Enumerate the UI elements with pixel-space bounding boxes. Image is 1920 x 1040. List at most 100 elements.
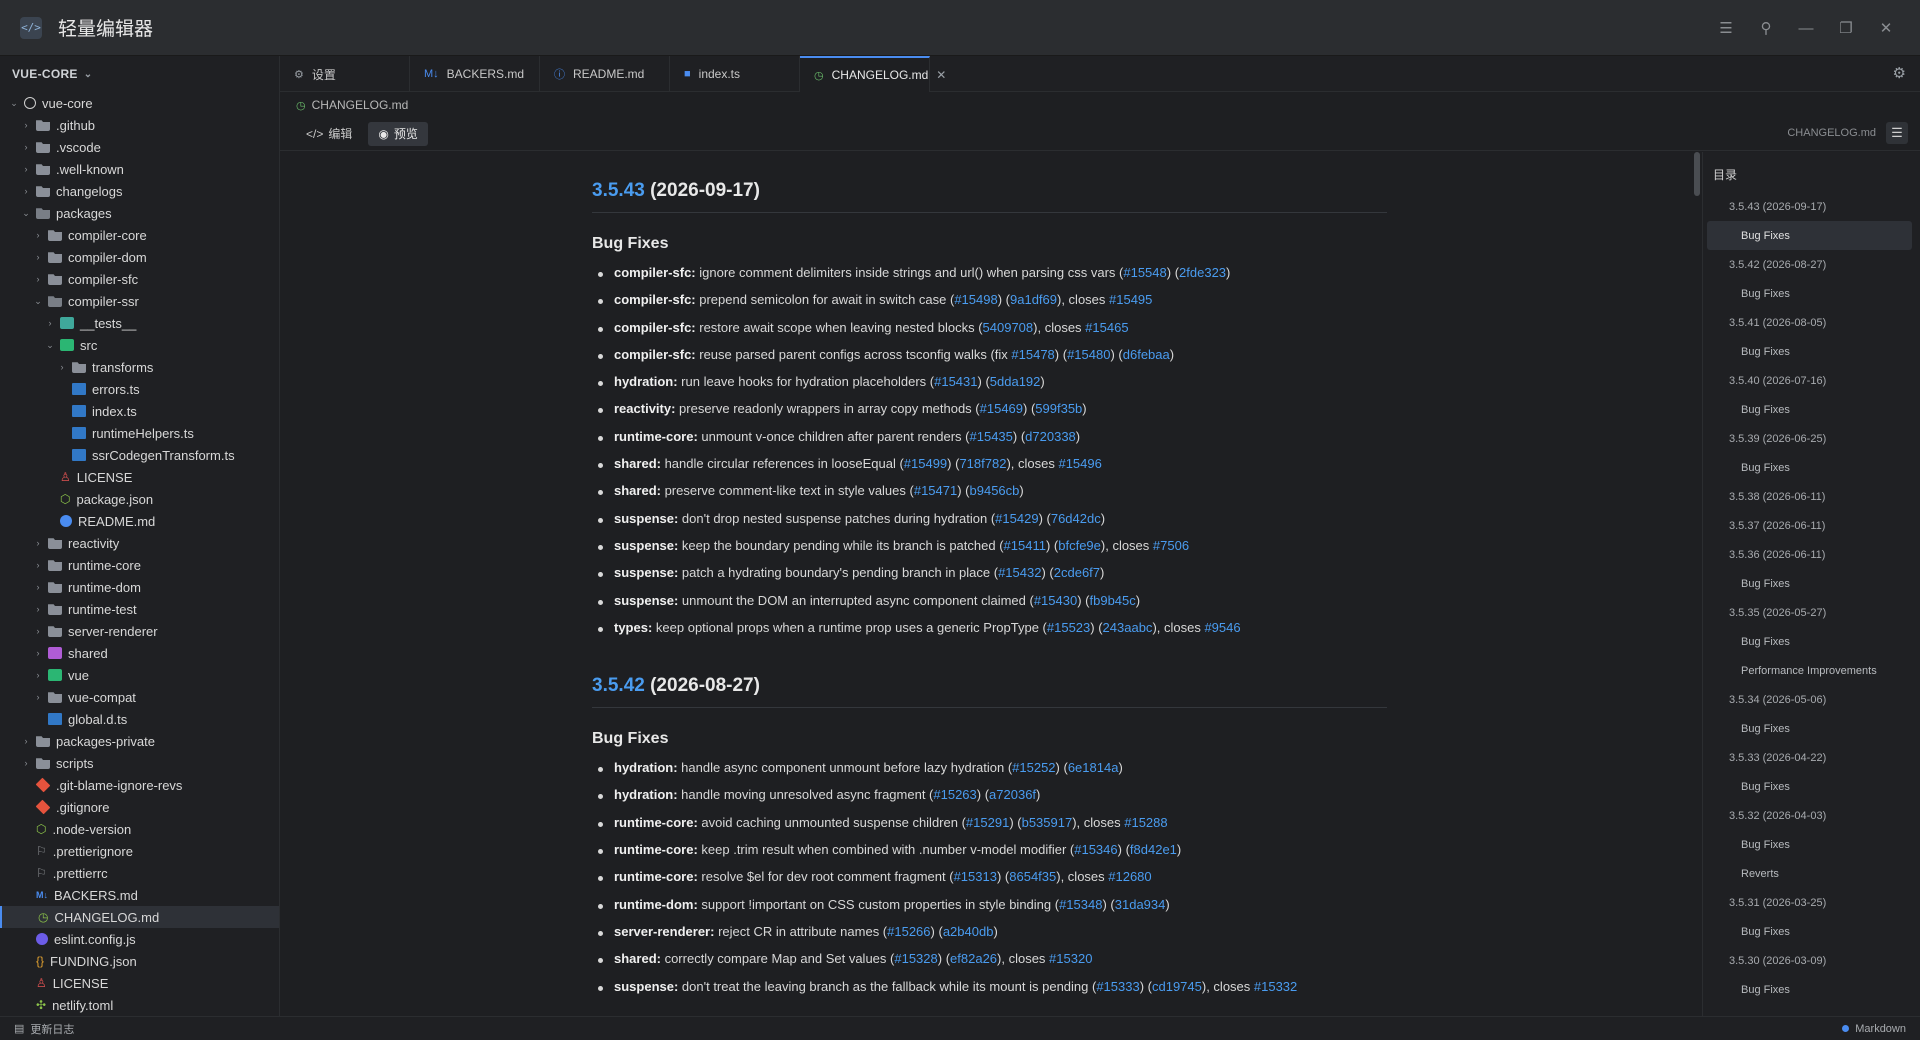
commit-link[interactable]: d720338 bbox=[1025, 429, 1076, 444]
tree-item[interactable]: › runtime-test bbox=[0, 598, 279, 620]
tree-item[interactable]: .git-blame-ignore-revs bbox=[0, 774, 279, 796]
tree-item[interactable]: › compiler-core bbox=[0, 224, 279, 246]
tree-item[interactable]: › changelogs bbox=[0, 180, 279, 202]
toc-item[interactable]: Bug Fixes bbox=[1703, 279, 1920, 308]
commit-link[interactable]: a72036f bbox=[989, 787, 1036, 802]
commit-link[interactable]: #15332 bbox=[1254, 979, 1297, 994]
tree-item[interactable]: eslint.config.js bbox=[0, 928, 279, 950]
commit-link[interactable]: #15496 bbox=[1058, 456, 1101, 471]
chevron-right-icon[interactable]: › bbox=[20, 164, 32, 174]
tree-item[interactable]: errors.ts bbox=[0, 378, 279, 400]
close-icon[interactable]: ✕ bbox=[1866, 8, 1906, 48]
toc-item[interactable]: Bug Fixes bbox=[1703, 627, 1920, 656]
tree-item[interactable]: › vue-compat bbox=[0, 686, 279, 708]
toc-item[interactable]: 3.5.33 (2026-04-22) bbox=[1703, 743, 1920, 772]
tree-item[interactable]: ♙ LICENSE bbox=[0, 972, 279, 994]
tree-item[interactable]: ⌄ packages bbox=[0, 202, 279, 224]
chevron-right-icon[interactable]: › bbox=[20, 142, 32, 152]
toc-item[interactable]: Reverts bbox=[1703, 859, 1920, 888]
tree-item[interactable]: › server-renderer bbox=[0, 620, 279, 642]
commit-link[interactable]: #15333 bbox=[1096, 979, 1139, 994]
menu-icon[interactable]: ☰ bbox=[1706, 8, 1746, 48]
chevron-right-icon[interactable]: › bbox=[20, 758, 32, 768]
tree-item[interactable]: index.ts bbox=[0, 400, 279, 422]
tree-item[interactable]: {} FUNDING.json bbox=[0, 950, 279, 972]
chevron-right-icon[interactable]: › bbox=[32, 626, 44, 636]
tree-item[interactable]: › .well-known bbox=[0, 158, 279, 180]
commit-link[interactable]: #15348 bbox=[1059, 897, 1102, 912]
chevron-right-icon[interactable]: › bbox=[32, 582, 44, 592]
minimize-icon[interactable]: — bbox=[1786, 8, 1826, 48]
restore-icon[interactable]: ❐ bbox=[1826, 8, 1866, 48]
tree-item[interactable]: ⌄ vue-core bbox=[0, 92, 279, 114]
toc-item[interactable]: Bug Fixes bbox=[1703, 714, 1920, 743]
toc-item[interactable]: 3.5.36 (2026-06-11) bbox=[1703, 540, 1920, 569]
tree-item[interactable]: ⬡ .node-version bbox=[0, 818, 279, 840]
commit-link[interactable]: #15288 bbox=[1124, 815, 1167, 830]
tree-item[interactable]: › runtime-core bbox=[0, 554, 279, 576]
edit-mode-button[interactable]: </> 编辑 bbox=[296, 122, 362, 146]
tab-changelog-md[interactable]: ◷ CHANGELOG.md ✕ bbox=[800, 56, 946, 92]
commit-link[interactable]: #15252 bbox=[1012, 760, 1055, 775]
tree-item[interactable]: .gitignore bbox=[0, 796, 279, 818]
toc-toggle-icon[interactable]: ☰ bbox=[1886, 122, 1908, 144]
version-link[interactable]: 3.5.42 bbox=[592, 675, 645, 696]
toc-item[interactable]: 3.5.37 (2026-06-11) bbox=[1703, 511, 1920, 540]
tree-item[interactable]: › transforms bbox=[0, 356, 279, 378]
commit-link[interactable]: b9456cb bbox=[970, 483, 1020, 498]
commit-link[interactable]: #15465 bbox=[1085, 320, 1128, 335]
commit-link[interactable]: #15523 bbox=[1047, 620, 1090, 635]
gear-icon[interactable]: ⚙ bbox=[1893, 64, 1906, 82]
preview-mode-button[interactable]: ◉ 预览 bbox=[368, 121, 428, 146]
breadcrumb-file[interactable]: CHANGELOG.md bbox=[312, 98, 409, 112]
commit-link[interactable]: #15263 bbox=[933, 787, 976, 802]
tree-item[interactable]: global.d.ts bbox=[0, 708, 279, 730]
commit-link[interactable]: #12680 bbox=[1108, 869, 1151, 884]
chevron-right-icon[interactable]: › bbox=[32, 648, 44, 658]
tree-item[interactable]: runtimeHelpers.ts bbox=[0, 422, 279, 444]
chevron-right-icon[interactable]: › bbox=[32, 230, 44, 240]
toc-item[interactable]: Bug Fixes bbox=[1707, 221, 1912, 250]
commit-link[interactable]: 31da934 bbox=[1115, 897, 1166, 912]
commit-link[interactable]: #15346 bbox=[1074, 842, 1117, 857]
version-link[interactable]: 3.5.43 bbox=[592, 180, 645, 201]
tree-item[interactable]: ⬡ package.json bbox=[0, 488, 279, 510]
chevron-right-icon[interactable]: › bbox=[20, 186, 32, 196]
commit-link[interactable]: 2cde6f7 bbox=[1054, 565, 1100, 580]
tree-item[interactable]: ⌄ src bbox=[0, 334, 279, 356]
tab-index-ts[interactable]: ■ index.ts bbox=[670, 56, 800, 92]
chevron-right-icon[interactable]: › bbox=[32, 670, 44, 680]
commit-link[interactable]: #15498 bbox=[954, 292, 997, 307]
toc-item[interactable]: 3.5.40 (2026-07-16) bbox=[1703, 366, 1920, 395]
commit-link[interactable]: #15480 bbox=[1067, 347, 1110, 362]
toc-item[interactable]: Bug Fixes bbox=[1703, 917, 1920, 946]
commit-link[interactable]: #15478 bbox=[1011, 347, 1054, 362]
commit-link[interactable]: 5409708 bbox=[983, 320, 1034, 335]
tree-item[interactable]: README.md bbox=[0, 510, 279, 532]
commit-link[interactable]: f8d42e1 bbox=[1130, 842, 1177, 857]
commit-link[interactable]: #15548 bbox=[1123, 265, 1166, 280]
commit-link[interactable]: 9a1df69 bbox=[1010, 292, 1057, 307]
commit-link[interactable]: bfcfe9e bbox=[1058, 538, 1101, 553]
toc-item[interactable]: 3.5.38 (2026-06-11) bbox=[1703, 482, 1920, 511]
toc-item[interactable]: 3.5.43 (2026-09-17) bbox=[1703, 192, 1920, 221]
chevron-right-icon[interactable]: › bbox=[32, 538, 44, 548]
commit-link[interactable]: #15266 bbox=[887, 924, 930, 939]
chevron-right-icon[interactable]: › bbox=[56, 362, 68, 372]
commit-link[interactable]: #15328 bbox=[894, 951, 937, 966]
tree-item[interactable]: ⚐ .prettierignore bbox=[0, 840, 279, 862]
tab-readme-md[interactable]: ⓘ README.md bbox=[540, 56, 670, 92]
preview-scrollbar[interactable] bbox=[1692, 152, 1702, 1016]
commit-link[interactable]: cd19745 bbox=[1152, 979, 1202, 994]
toc-item[interactable]: 3.5.30 (2026-03-09) bbox=[1703, 946, 1920, 975]
toc-item[interactable]: 3.5.41 (2026-08-05) bbox=[1703, 308, 1920, 337]
commit-link[interactable]: #15435 bbox=[970, 429, 1013, 444]
toc-item[interactable]: Bug Fixes bbox=[1703, 830, 1920, 859]
toc-item[interactable]: 3.5.34 (2026-05-06) bbox=[1703, 685, 1920, 714]
commit-link[interactable]: 243aabc bbox=[1103, 620, 1153, 635]
commit-link[interactable]: #15432 bbox=[998, 565, 1041, 580]
commit-link[interactable]: #15411 bbox=[1004, 538, 1046, 553]
commit-link[interactable]: 76d42dc bbox=[1051, 511, 1101, 526]
commit-link[interactable]: 5dda192 bbox=[990, 374, 1041, 389]
tree-item[interactable]: ssrCodegenTransform.ts bbox=[0, 444, 279, 466]
